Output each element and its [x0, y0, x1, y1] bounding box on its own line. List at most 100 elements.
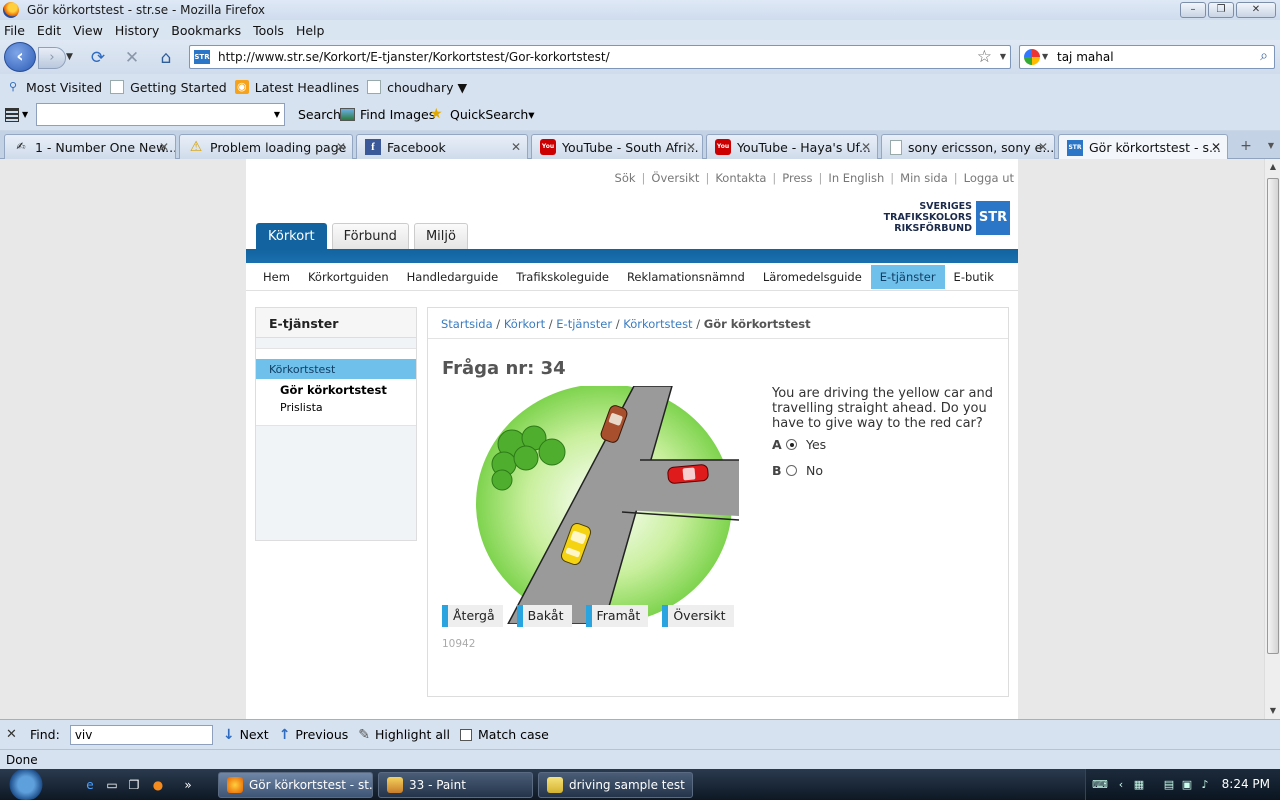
menu-file[interactable]: File — [4, 23, 25, 38]
tab-gor-korkortstest[interactable]: STR Gör körkortstest - s... ✕ — [1058, 134, 1228, 160]
tab-number-one[interactable]: ✍ 1 - Number One New... ✕ — [4, 134, 176, 159]
bookmark-getting-started[interactable]: Getting Started — [110, 80, 227, 95]
menu-tools[interactable]: Tools — [253, 23, 284, 38]
tab-forbund[interactable]: Förbund — [331, 223, 409, 249]
find-images-button[interactable]: Find Images — [340, 107, 435, 122]
history-dropdown-icon[interactable]: ▼ — [66, 52, 73, 62]
back-button[interactable]: ‹ — [4, 42, 36, 72]
bookmark-choudhary[interactable]: choudhary ▼ — [367, 80, 467, 95]
close-tab-icon[interactable]: ✕ — [1038, 140, 1048, 154]
close-tab-icon[interactable]: ✕ — [511, 140, 521, 154]
search-engine-dropdown-icon[interactable]: ▼ — [1042, 52, 1048, 61]
vertical-scrollbar[interactable]: ▲ ▼ — [1264, 159, 1280, 719]
oversikt-button[interactable]: Översikt — [662, 605, 734, 627]
sidebar-item-gor-korkortstest[interactable]: Gör körkortstest — [280, 383, 387, 397]
close-tab-icon[interactable]: ✕ — [1211, 140, 1221, 154]
tab-list-icon[interactable]: ▼ — [1262, 134, 1280, 159]
new-tab-icon[interactable]: + — [1232, 134, 1260, 159]
minimize-button[interactable]: – — [1180, 2, 1206, 18]
toolbar-input-dropdown-icon[interactable]: ▼ — [274, 110, 280, 119]
subnav-reklamationsnamnd[interactable]: Reklamationsnämnd — [618, 265, 754, 289]
tab-problem-loading[interactable]: ⚠ Problem loading page ✕ — [179, 134, 353, 159]
sidebar-item-prislista[interactable]: Prislista — [280, 401, 323, 414]
bakat-button[interactable]: Bakåt — [516, 605, 572, 627]
subnav-laromedelsguide[interactable]: Läromedelsguide — [754, 265, 871, 289]
menu-view[interactable]: View — [73, 23, 103, 38]
clipboard-icon[interactable]: ▤ — [1162, 778, 1176, 791]
answer-b-radio[interactable] — [786, 465, 797, 476]
toplink-logga-ut[interactable]: Logga ut — [964, 171, 1014, 185]
subnav-handledarguide[interactable]: Handledarguide — [398, 265, 508, 289]
subnav-e-tjanster[interactable]: E-tjänster — [870, 264, 945, 289]
show-desktop-icon[interactable]: ▭ — [104, 777, 120, 793]
close-tab-icon[interactable]: ✕ — [861, 140, 871, 154]
bookmark-star-icon[interactable]: ☆ — [977, 47, 992, 67]
toplink-kontakta[interactable]: Kontakta — [715, 171, 766, 185]
close-window-button[interactable]: ✕ — [1236, 2, 1276, 18]
aterga-button[interactable]: Återgå — [442, 605, 503, 627]
find-previous-button[interactable]: ↑ Previous — [279, 727, 349, 743]
subnav-e-butik[interactable]: E-butik — [945, 265, 1003, 289]
monitor-icon[interactable]: ▣ — [1180, 778, 1194, 791]
scroll-up-icon[interactable]: ▲ — [1265, 159, 1280, 175]
switch-windows-icon[interactable]: ❐ — [126, 777, 142, 793]
close-tab-icon[interactable]: ✕ — [686, 140, 696, 154]
url-dropdown-icon[interactable]: ▼ — [1000, 52, 1006, 61]
keyboard-icon[interactable]: ⌨ — [1092, 778, 1108, 791]
task-paint[interactable]: 33 - Paint — [378, 772, 533, 798]
str-logo[interactable]: SVERIGES TRAFIKSKOLORS RIKSFÖRBUND STR — [882, 201, 1010, 237]
start-button[interactable] — [4, 769, 48, 800]
menu-edit[interactable]: Edit — [37, 23, 61, 38]
tab-youtube-haya[interactable]: You YouTube - Haya's Uf... ✕ — [706, 134, 878, 159]
task-firefox[interactable]: Gör körkortstest - st... — [218, 772, 373, 798]
firefox-icon[interactable]: ● — [150, 777, 166, 793]
find-next-button[interactable]: ↓ Next — [223, 727, 269, 743]
scrollbar-thumb[interactable] — [1267, 178, 1279, 654]
match-case-toggle[interactable]: Match case — [460, 727, 549, 742]
subnav-trafikskoleguide[interactable]: Trafikskoleguide — [507, 265, 618, 289]
menu-bookmarks[interactable]: Bookmarks — [171, 23, 241, 38]
breadcrumb-startsida[interactable]: Startsida — [441, 317, 493, 331]
subnav-korkortguiden[interactable]: Körkortguiden — [299, 265, 398, 289]
tab-korkort[interactable]: Körkort — [256, 223, 327, 249]
maximize-button[interactable]: ❐ — [1208, 2, 1234, 18]
search-icon[interactable]: ⌕ — [1260, 48, 1268, 64]
toolbar-search-button[interactable]: Search — [298, 107, 341, 122]
toplink-press[interactable]: Press — [782, 171, 812, 185]
ie-icon[interactable]: e — [82, 777, 98, 793]
quicklaunch-overflow-icon[interactable]: » — [180, 777, 196, 793]
find-input[interactable]: viv — [69, 724, 213, 745]
close-tab-icon[interactable]: ✕ — [336, 140, 346, 154]
toolbar-dropdown-icon[interactable]: ▼ — [22, 110, 28, 119]
search-bar[interactable]: ▼ taj mahal ⌕ — [1019, 45, 1275, 69]
answer-b[interactable]: B No — [772, 463, 823, 478]
tab-facebook[interactable]: f Facebook ✕ — [356, 134, 528, 159]
stop-icon[interactable]: ✕ — [122, 48, 142, 68]
home-icon[interactable]: ⌂ — [156, 48, 176, 68]
tray-expand-icon[interactable]: ‹ — [1114, 778, 1128, 791]
bookmark-latest-headlines[interactable]: ◉ Latest Headlines — [234, 80, 359, 95]
answer-a[interactable]: A Yes — [772, 437, 826, 452]
close-tab-icon[interactable]: ✕ — [159, 140, 169, 154]
toplink-min-sida[interactable]: Min sida — [900, 171, 948, 185]
breadcrumb-korkort[interactable]: Körkort — [504, 317, 545, 331]
menu-history[interactable]: History — [115, 23, 159, 38]
sidebar-item-korkortstest[interactable]: Körkortstest — [256, 359, 416, 379]
breadcrumb-korkortstest[interactable]: Körkortstest — [623, 317, 692, 331]
reload-icon[interactable]: ⟳ — [88, 48, 108, 68]
answer-a-radio[interactable] — [786, 439, 797, 450]
tab-sony-ericsson[interactable]: sony ericsson, sony e... ✕ — [881, 134, 1055, 159]
toplink-in-english[interactable]: In English — [828, 171, 884, 185]
clock[interactable]: 8:24 PM — [1222, 777, 1270, 791]
match-case-checkbox[interactable] — [460, 728, 472, 741]
close-find-icon[interactable]: ✕ — [6, 727, 22, 742]
google-icon[interactable] — [1024, 49, 1040, 65]
framat-button[interactable]: Framåt — [585, 605, 649, 627]
url-bar[interactable]: STR http://www.str.se/Korkort/E-tjanster… — [189, 45, 1011, 69]
breadcrumb-e-tjanster[interactable]: E-tjänster — [556, 317, 612, 331]
toplink-sok[interactable]: Sök — [615, 171, 636, 185]
toolbar-search-input[interactable]: ▼ — [36, 103, 285, 126]
task-driving-sample-test[interactable]: driving sample test — [538, 772, 693, 798]
forward-button[interactable]: › — [38, 47, 66, 69]
network-icon[interactable]: ▦ — [1132, 778, 1146, 791]
